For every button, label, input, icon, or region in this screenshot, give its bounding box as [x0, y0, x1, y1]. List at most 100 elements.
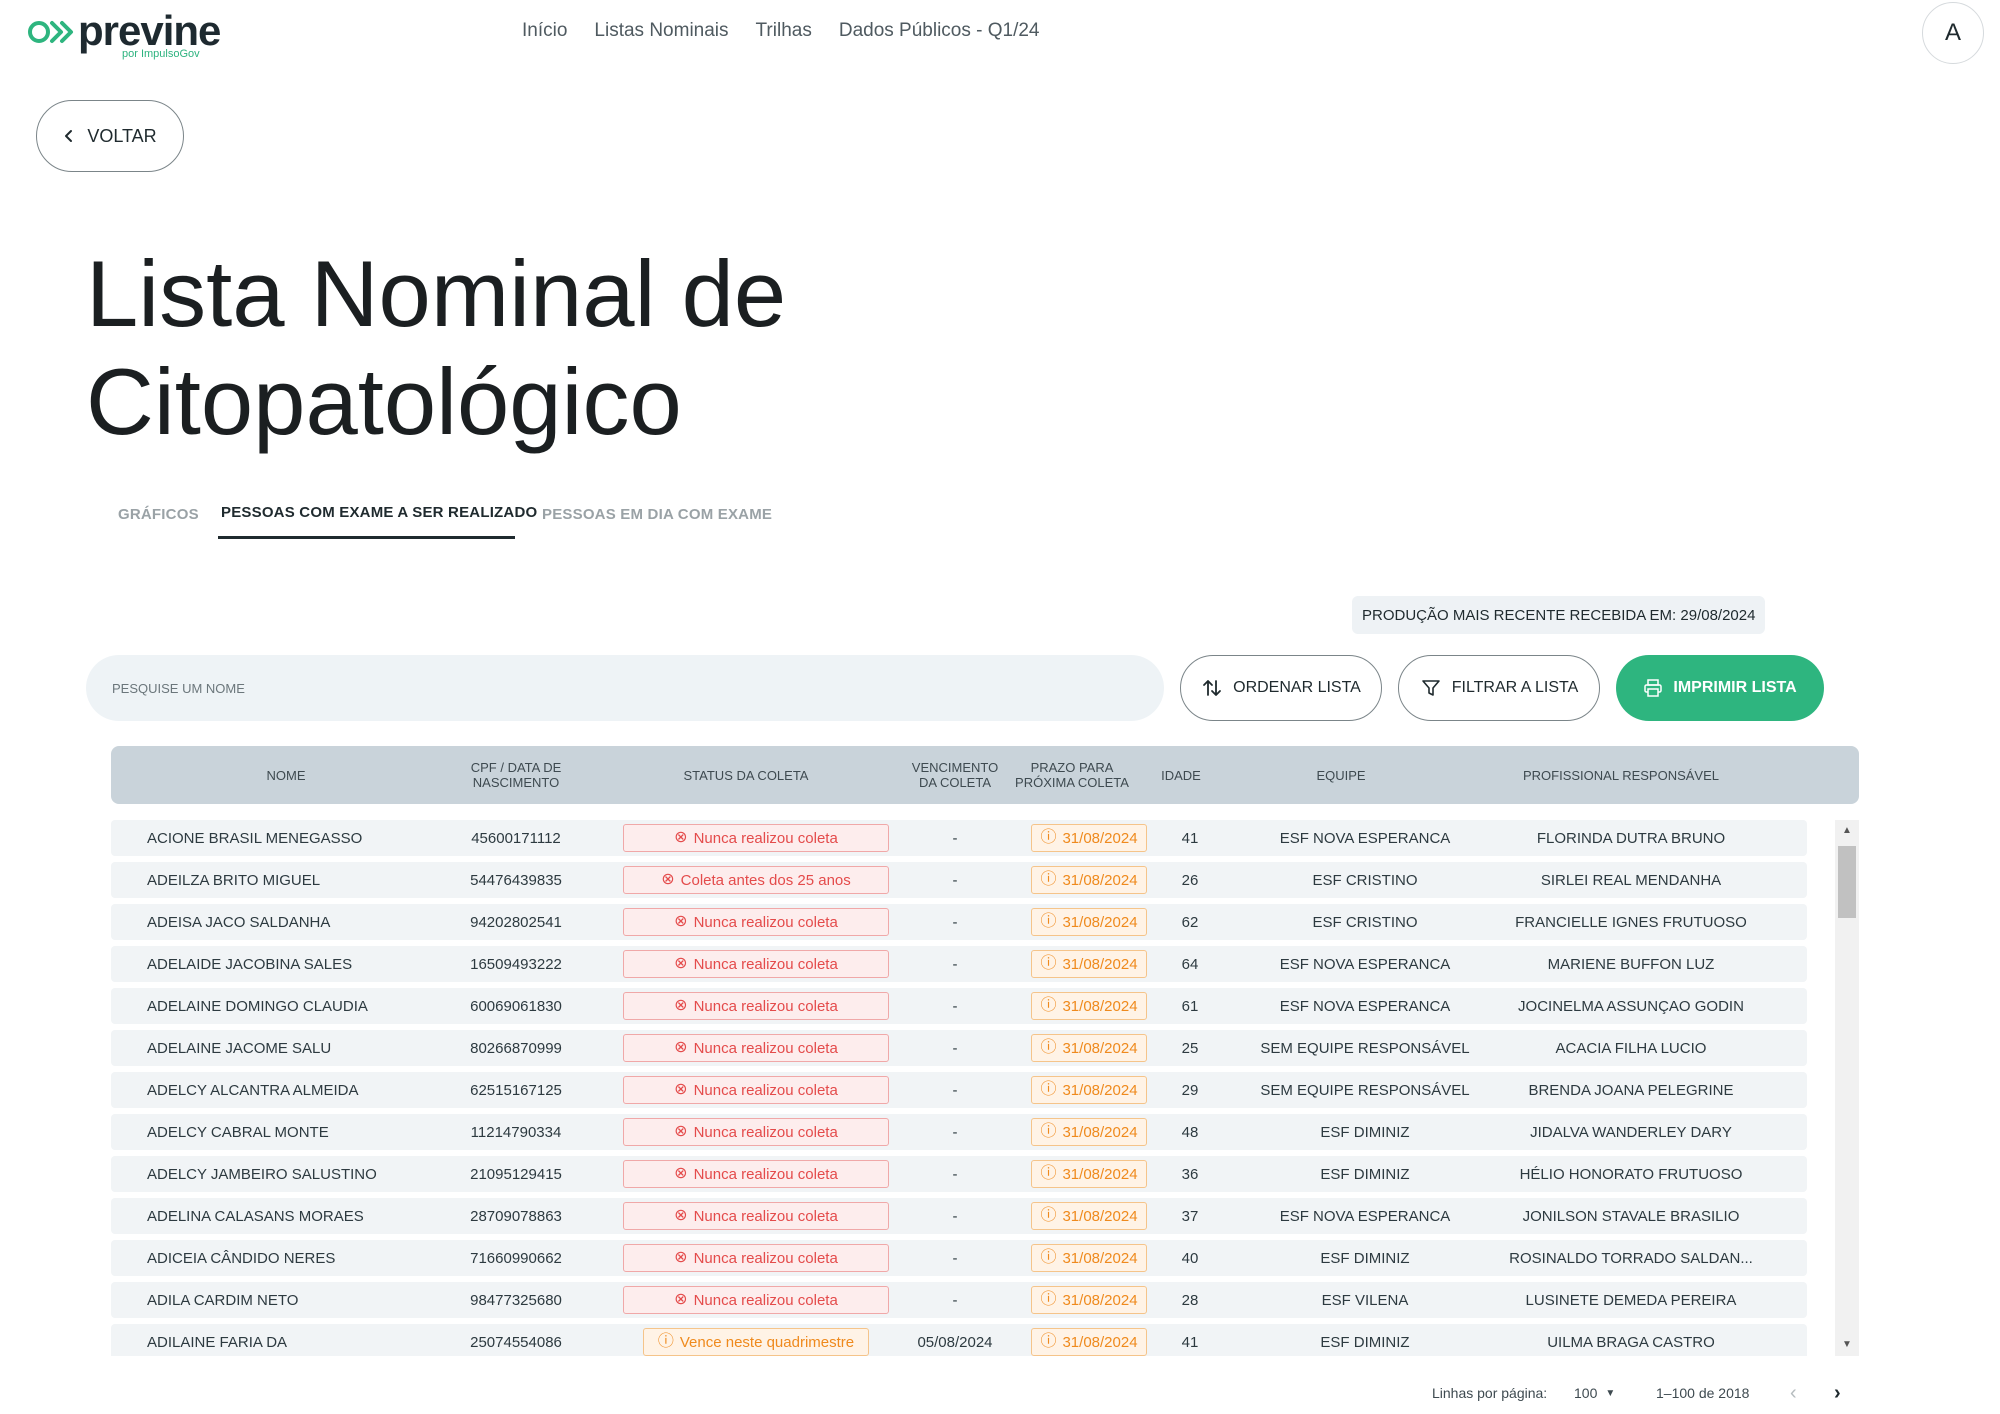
- table-row[interactable]: ADEISA JACO SALDANHA 94202802541 ⊗ Nunca re…: [111, 904, 1807, 940]
- deadline-badge: ⓘ 31/08/2024: [1031, 1118, 1147, 1146]
- nav-link-listas-nominais[interactable]: Listas Nominais: [594, 20, 728, 42]
- column-header-profissional[interactable]: PROFISSIONAL RESPONSÁVEL: [1491, 746, 1751, 804]
- sort-list-button[interactable]: ORDENAR LISTA: [1180, 655, 1382, 721]
- deadline-badge: ⓘ 31/08/2024: [1031, 908, 1147, 936]
- deadline-badge: ⓘ 31/08/2024: [1031, 1328, 1147, 1356]
- search-input[interactable]: [86, 655, 1164, 721]
- user-avatar[interactable]: A: [1922, 2, 1984, 64]
- warning-circle-icon: ⓘ: [1040, 913, 1057, 930]
- cell-idade: 28: [1181, 1291, 1199, 1309]
- status-label: Nunca realizou coleta: [693, 955, 838, 973]
- cell-vencimento: -: [952, 955, 958, 973]
- tab-graficos[interactable]: GRÁFICOS: [118, 506, 199, 523]
- cell-prazo: ⓘ 31/08/2024: [1023, 1240, 1155, 1276]
- tab-pessoas-em-dia[interactable]: PESSOAS EM DIA COM EXAME: [542, 506, 772, 523]
- print-list-button[interactable]: IMPRIMIR LISTA: [1616, 655, 1824, 721]
- nav-link-dados-publicos[interactable]: Dados Públicos - Q1/24: [839, 20, 1040, 42]
- cell-vencimento: -: [952, 829, 958, 847]
- printer-icon: [1644, 679, 1663, 697]
- column-header-equipe[interactable]: EQUIPE: [1241, 746, 1441, 804]
- cell-cpf: 62515167125: [470, 1081, 562, 1099]
- cell-vencimento: -: [952, 997, 958, 1015]
- table-row[interactable]: ADELAINE DOMINGO CLAUDIA 60069061830 ⊗ Nunc…: [111, 988, 1807, 1024]
- table-row[interactable]: ADELCY JAMBEIRO SALUSTINO 21095129415 ⊗ Nun…: [111, 1156, 1807, 1192]
- error-circle-icon: ⊗: [674, 1207, 688, 1224]
- cell-profissional: SIRLEI REAL MENDANHA: [1540, 871, 1722, 889]
- table-row[interactable]: ADELAIDE JACOBINA SALES 16509493222 ⊗ Nunca…: [111, 946, 1807, 982]
- warning-circle-icon: ⓘ: [1040, 1081, 1057, 1098]
- cell-cpf: 45600171112: [471, 829, 561, 847]
- column-header-status[interactable]: STATUS DA COLETA: [611, 746, 881, 804]
- deadline-date: 31/08/2024: [1062, 997, 1138, 1015]
- error-circle-icon: ⊗: [674, 955, 688, 972]
- cell-prazo: ⓘ 31/08/2024: [1023, 1282, 1155, 1318]
- deadline-badge: ⓘ 31/08/2024: [1031, 950, 1147, 978]
- table-scrollbar[interactable]: ▲ ▼: [1835, 820, 1859, 1356]
- cell-profissional: ACACIA FILHA LUCIO: [1555, 1039, 1707, 1057]
- column-header-cpf[interactable]: CPF / DATA DE NASCIMENTO: [443, 746, 589, 804]
- table-row[interactable]: ACIONE BRASIL MENEGASSO 45600171112 ⊗ Nunca…: [111, 820, 1807, 856]
- cell-cpf: 94202802541: [470, 913, 562, 931]
- pagination-range: 1–100 de 2018: [1656, 1385, 1750, 1401]
- table-row[interactable]: ADILA CARDIM NETO 98477325680 ⊗ Nunca reali…: [111, 1282, 1807, 1318]
- cell-prazo: ⓘ 31/08/2024: [1023, 1114, 1155, 1150]
- back-button[interactable]: VOLTAR: [36, 100, 184, 172]
- cell-cpf: 54476439835: [470, 871, 562, 889]
- column-header-vencimento[interactable]: VENCIMENTO DA COLETA: [905, 746, 1005, 804]
- scrollbar-thumb[interactable]: [1838, 846, 1856, 918]
- rows-per-page-select[interactable]: 100 ▼: [1574, 1378, 1615, 1408]
- cell-vencimento: -: [952, 913, 958, 931]
- scroll-up-arrow-icon[interactable]: ▲: [1835, 824, 1859, 838]
- cell-cpf: 98477325680: [470, 1291, 562, 1309]
- nav-link-inicio[interactable]: Início: [522, 20, 567, 42]
- error-circle-icon: ⊗: [674, 1165, 688, 1182]
- column-header-prazo[interactable]: PRAZO PARA PRÓXIMA COLETA: [1011, 746, 1133, 804]
- cell-vencimento: -: [952, 1039, 958, 1057]
- filter-list-button[interactable]: FILTRAR A LISTA: [1398, 655, 1600, 721]
- top-header: previne por ImpulsoGov Início Listas Nom…: [0, 0, 2000, 70]
- table-row[interactable]: ADELINA CALASANS MORAES 28709078863 ⊗ Nunca…: [111, 1198, 1807, 1234]
- cell-equipe: ESF NOVA ESPERANCA: [1279, 829, 1451, 847]
- table-row[interactable]: ADELAINE JACOME SALU 80266870999 ⊗ Nunca re…: [111, 1030, 1807, 1066]
- table-row[interactable]: ADICEIA CÂNDIDO NERES 71660990662 ⊗ Nunca r…: [111, 1240, 1807, 1276]
- table-row[interactable]: ADELCY CABRAL MONTE 11214790334 ⊗ Nunca rea…: [111, 1114, 1807, 1150]
- cell-equipe: SEM EQUIPE RESPONSÁVEL: [1260, 1081, 1470, 1099]
- chevron-left-icon: [65, 130, 73, 142]
- deadline-date: 31/08/2024: [1062, 913, 1138, 931]
- status-label: Nunca realizou coleta: [693, 1039, 838, 1057]
- cell-idade: 64: [1181, 955, 1199, 973]
- cell-prazo: ⓘ 31/08/2024: [1023, 820, 1155, 856]
- filter-list-label: FILTRAR A LISTA: [1451, 679, 1579, 696]
- deadline-date: 31/08/2024: [1062, 1081, 1138, 1099]
- cell-equipe: SEM EQUIPE RESPONSÁVEL: [1260, 1039, 1470, 1057]
- deadline-date: 31/08/2024: [1062, 1123, 1138, 1141]
- error-circle-icon: ⊗: [674, 1039, 688, 1056]
- cell-vencimento: -: [952, 1291, 958, 1309]
- brand-logo[interactable]: previne por ImpulsoGov: [28, 8, 221, 62]
- cell-profissional: BRENDA JOANA PELEGRINE: [1528, 1081, 1734, 1099]
- cell-idade: 62: [1181, 913, 1199, 931]
- status-badge: ⊗ Nunca realizou coleta: [623, 950, 889, 978]
- previous-page-icon[interactable]: ‹: [1790, 1378, 1797, 1408]
- table-row[interactable]: ADILAINE FARIA DA 25074554086 ⓘ Vence neste…: [111, 1324, 1807, 1356]
- deadline-date: 31/08/2024: [1062, 1249, 1138, 1267]
- cell-prazo: ⓘ 31/08/2024: [1023, 904, 1155, 940]
- status-badge: ⊗ Nunca realizou coleta: [623, 1202, 889, 1230]
- scroll-down-arrow-icon[interactable]: ▼: [1835, 1338, 1859, 1352]
- nav-link-trilhas[interactable]: Trilhas: [756, 20, 812, 42]
- column-header-nome[interactable]: NOME: [201, 746, 371, 804]
- cell-equipe: ESF CRISTINO: [1312, 871, 1418, 889]
- cell-equipe: ESF DIMINIZ: [1320, 1123, 1410, 1141]
- status-label: Coleta antes dos 25 anos: [680, 871, 851, 889]
- error-circle-icon: ⊗: [674, 997, 688, 1014]
- table-row[interactable]: ADEILZA BRITO MIGUEL 54476439835 ⊗ Coleta a…: [111, 862, 1807, 898]
- table-row[interactable]: ADELCY ALCANTRA ALMEIDA 62515167125 ⊗ Nunca…: [111, 1072, 1807, 1108]
- cell-prazo: ⓘ 31/08/2024: [1023, 1156, 1155, 1192]
- next-page-icon[interactable]: ›: [1834, 1378, 1841, 1408]
- cell-cpf: 60069061830: [470, 997, 562, 1015]
- error-circle-icon: ⊗: [674, 1291, 688, 1308]
- cell-status: ⊗ Nunca realizou coleta: [621, 1030, 891, 1066]
- tab-pessoas-exame-a-realizar[interactable]: PESSOAS COM EXAME A SER REALIZADO: [221, 504, 537, 521]
- column-header-idade[interactable]: IDADE: [1151, 746, 1211, 804]
- cell-prazo: ⓘ 31/08/2024: [1023, 862, 1155, 898]
